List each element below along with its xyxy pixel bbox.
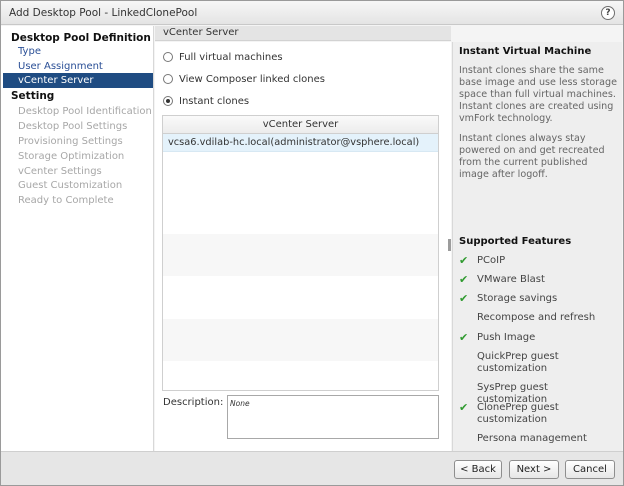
radio-label: Instant clones (179, 95, 250, 107)
nav-item-desktop-pool-identification: Desktop Pool Identification (18, 106, 152, 117)
vcenter-server-table: vCenter Server vcsa6.vdilab-hc.local(adm… (162, 115, 439, 391)
feature-label: PCoIP (477, 255, 506, 266)
help-icon[interactable]: ? (601, 6, 615, 20)
radio-instant-clones[interactable]: Instant clones (163, 94, 249, 108)
nav-item-storage-optimization: Storage Optimization (18, 151, 125, 162)
info-title: Instant Virtual Machine (459, 46, 592, 57)
info-panel: Instant Virtual Machine Instant clones s… (452, 42, 622, 451)
window-title: Add Desktop Pool - LinkedClonePool (9, 7, 198, 19)
nav-item-provisioning-settings: Provisioning Settings (18, 136, 123, 147)
nav-item-type[interactable]: Type (18, 46, 41, 57)
feature-label: Storage savings (477, 293, 558, 304)
nav-item-vcenter-server[interactable]: vCenter Server (3, 73, 153, 88)
cancel-button[interactable]: Cancel (565, 460, 615, 479)
section-header: vCenter Server (155, 26, 451, 41)
feature-persona-management: Persona management (459, 433, 621, 445)
radio-button-checked[interactable] (163, 96, 173, 106)
title-bar[interactable]: Add Desktop Pool - LinkedClonePool ? (1, 1, 623, 25)
panel-splitter-handle[interactable] (448, 239, 451, 251)
nav-item-user-assignment[interactable]: User Assignment (18, 61, 103, 72)
radio-full-virtual-machines[interactable]: Full virtual machines (163, 50, 283, 64)
table-row-stripe (163, 234, 438, 276)
check-icon: ✔ (459, 273, 469, 286)
feature-label: Recompose and refresh (477, 312, 596, 323)
center-panel: Full virtual machines View Composer link… (155, 42, 451, 451)
description-field[interactable]: None (227, 395, 439, 439)
nav-item-desktop-pool-settings: Desktop Pool Settings (18, 121, 128, 132)
feature-vmware-blast: ✔ VMware Blast (459, 274, 621, 286)
radio-button[interactable] (163, 52, 173, 62)
radio-label: Full virtual machines (179, 51, 283, 63)
back-button[interactable]: < Back (454, 460, 502, 479)
table-row-stripe (163, 319, 438, 361)
radio-label: View Composer linked clones (179, 73, 325, 85)
feature-storage-savings: ✔ Storage savings (459, 293, 621, 305)
check-icon: ✔ (459, 254, 469, 267)
column-header-vcenter-server[interactable]: vCenter Server (163, 116, 438, 134)
features-title: Supported Features (459, 236, 572, 247)
feature-label: QuickPrep guest customization (477, 351, 559, 374)
radio-button[interactable] (163, 74, 173, 84)
check-icon: ✔ (459, 292, 469, 305)
feature-quickprep: QuickPrep guest customization (459, 351, 621, 375)
check-icon: ✔ (459, 331, 469, 344)
feature-cloneprep: ✔ ClonePrep guest customization (459, 402, 621, 426)
info-paragraph-2: Instant clones always stay powered on an… (459, 133, 605, 180)
table-row[interactable]: vcsa6.vdilab-hc.local(administrator@vsph… (163, 134, 438, 152)
section-title: vCenter Server (163, 27, 239, 38)
feature-recompose-refresh: Recompose and refresh (459, 312, 621, 324)
nav-item-ready-to-complete: Ready to Complete (18, 195, 114, 206)
check-icon: ✔ (459, 401, 469, 414)
feature-label: Persona management (477, 433, 587, 444)
feature-label: Push Image (477, 332, 536, 343)
nav-heading-definition: Desktop Pool Definition (11, 32, 151, 44)
nav-item-label: vCenter Server (18, 75, 94, 86)
wizard-nav: Desktop Pool Definition Type User Assign… (1, 26, 154, 451)
radio-view-composer-linked-clones[interactable]: View Composer linked clones (163, 72, 325, 86)
add-desktop-pool-dialog: Add Desktop Pool - LinkedClonePool ? Des… (0, 0, 624, 486)
nav-item-vcenter-settings: vCenter Settings (18, 166, 102, 177)
feature-label: VMware Blast (477, 274, 545, 285)
nav-item-guest-customization: Guest Customization (18, 180, 123, 191)
info-paragraph-1: Instant clones share the same base image… (459, 65, 618, 124)
button-bar: < Back Next > Cancel (1, 451, 623, 485)
feature-pcoip: ✔ PCoIP (459, 255, 621, 267)
next-button[interactable]: Next > (509, 460, 559, 479)
nav-heading-setting: Setting (11, 90, 55, 102)
feature-label: ClonePrep guest customization (477, 402, 559, 425)
feature-push-image: ✔ Push Image (459, 332, 621, 344)
description-label: Description: (163, 397, 224, 408)
